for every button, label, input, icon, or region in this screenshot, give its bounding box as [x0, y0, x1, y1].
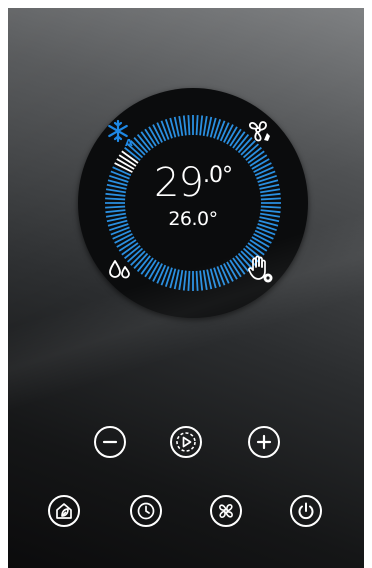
ring-tick [195, 270, 199, 291]
thermostat-panel: 29.0° 26.0° A [8, 8, 364, 568]
ring-tick [178, 115, 184, 136]
snowflake-auto-icon: A [108, 119, 133, 147]
ring-tick [199, 115, 204, 136]
decrease-button[interactable] [94, 426, 126, 458]
increase-button[interactable] [248, 426, 280, 458]
current-temp-integer: 29 [154, 160, 204, 206]
temperature-dial[interactable]: 29.0° 26.0° A [78, 88, 308, 318]
ring-tick [173, 269, 180, 290]
manual-hand-icon [248, 255, 273, 283]
ring-tick [202, 115, 208, 136]
set-temperature: 26.0° [168, 208, 218, 230]
ring-tick [206, 116, 213, 137]
ring-tick [253, 233, 272, 244]
current-temp-decimal: .0° [202, 163, 233, 188]
drops-icon [109, 260, 130, 279]
fan-icon [248, 121, 270, 142]
home-leaf-icon [56, 503, 72, 519]
plus-icon [256, 434, 272, 450]
current-temperature: 29.0° [78, 160, 308, 206]
timer-button[interactable] [130, 495, 162, 527]
ring-tick [152, 263, 163, 282]
ring-tick [199, 270, 204, 291]
minus-icon [102, 440, 118, 444]
play-icon [176, 432, 196, 452]
power-button[interactable] [290, 495, 322, 527]
manual-mode-button[interactable] [245, 254, 275, 284]
power-icon [298, 502, 314, 520]
ring-tick [114, 233, 133, 244]
ring-tick [173, 116, 180, 137]
mode-cycle-button[interactable] [170, 426, 202, 458]
ring-tick [178, 270, 184, 291]
clock-icon [137, 502, 155, 520]
eco-home-button[interactable] [48, 495, 80, 527]
ring-tick [152, 124, 163, 143]
svg-text:A: A [125, 138, 133, 147]
fan-icon [219, 504, 233, 518]
dry-mode-button[interactable] [105, 256, 135, 286]
ring-tick [223, 124, 234, 143]
ring-tick [182, 270, 187, 291]
ring-tick [195, 115, 199, 136]
ring-tick [202, 270, 208, 291]
fan-speed-button[interactable] [210, 495, 242, 527]
ring-tick [223, 263, 234, 282]
ring-tick [206, 269, 213, 290]
ring-tick [187, 270, 191, 291]
cool-mode-button[interactable]: A [105, 118, 135, 148]
ring-tick [187, 115, 191, 136]
fan-mode-button[interactable] [245, 116, 275, 146]
ring-tick [182, 115, 187, 136]
